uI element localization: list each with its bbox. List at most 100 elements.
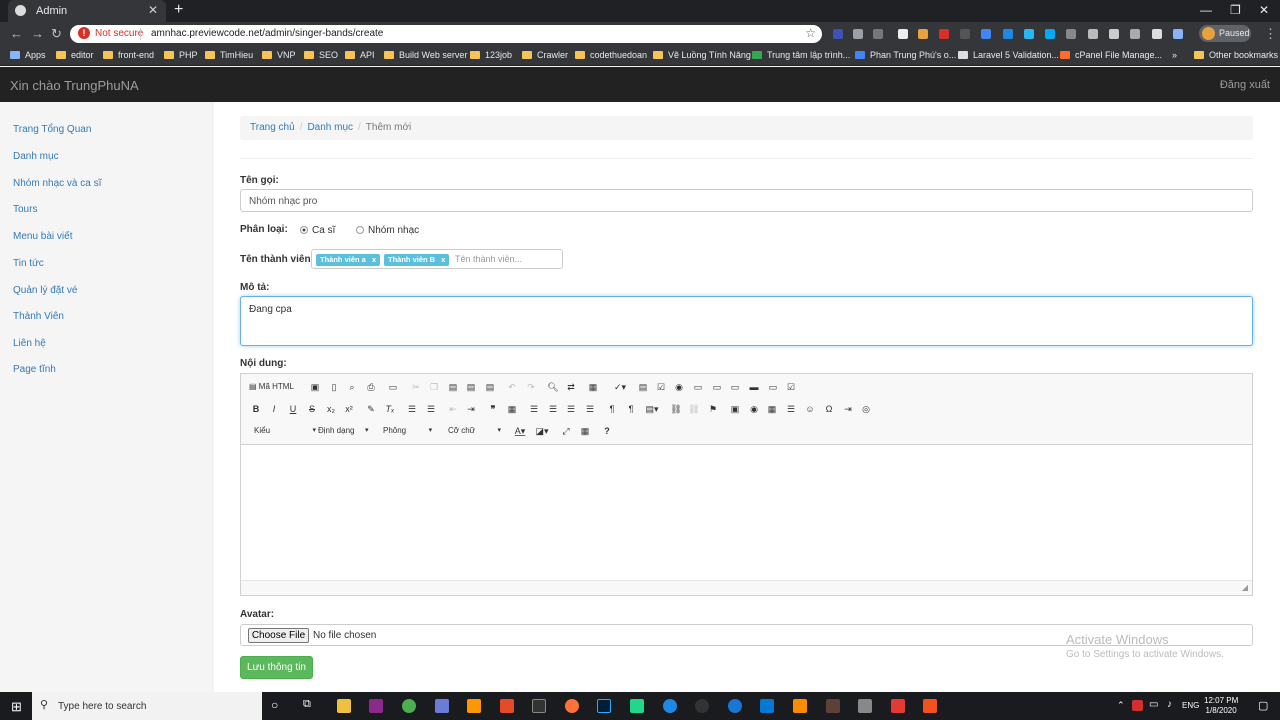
app-icon[interactable] xyxy=(923,699,937,713)
app-icon[interactable] xyxy=(793,699,807,713)
app-icon[interactable] xyxy=(663,699,677,713)
image-button-icon[interactable]: ▭ xyxy=(766,382,780,393)
extension-icon[interactable] xyxy=(981,29,991,39)
sidebar-item-post-menu[interactable]: Menu bài viết xyxy=(13,231,72,242)
app-icon[interactable] xyxy=(435,699,449,713)
remove-format-icon[interactable]: Tₓ xyxy=(383,404,397,414)
breadcrumb-categories[interactable]: Danh mục xyxy=(307,122,353,133)
align-center-icon[interactable]: ☰ xyxy=(546,404,560,415)
extension-icon[interactable] xyxy=(1003,29,1013,39)
vscode-icon[interactable] xyxy=(760,699,774,713)
sidebar-item-tours[interactable]: Tours xyxy=(13,204,37,215)
logout-link[interactable]: Đăng xuất xyxy=(1220,79,1270,91)
members-tag-input[interactable]: Thành viên a x Thành viên B x Tên thành … xyxy=(311,249,563,269)
app-icon[interactable] xyxy=(728,699,742,713)
bookmark-item[interactable]: VNP xyxy=(262,50,296,60)
paste-text-icon[interactable]: ▤ xyxy=(464,382,478,393)
redo-icon[interactable]: ↷ xyxy=(524,382,538,393)
bulleted-list-icon[interactable]: ☰ xyxy=(424,404,438,415)
extension-icon[interactable] xyxy=(833,29,843,39)
other-bookmarks[interactable]: Other bookmarks xyxy=(1194,50,1278,60)
spellcheck-icon[interactable]: ✓▾ xyxy=(611,382,629,393)
save-icon[interactable]: ▣ xyxy=(308,382,322,393)
radio-singer[interactable]: Ca sĩ xyxy=(300,225,335,236)
sidebar-item-bands-singers[interactable]: Nhóm nhạc và ca sĩ xyxy=(13,178,101,189)
numbered-list-icon[interactable]: ☰ xyxy=(405,404,419,415)
remove-tag-icon[interactable]: x xyxy=(372,255,376,264)
radio-band[interactable]: Nhóm nhạc xyxy=(356,225,419,236)
smiley-icon[interactable]: ☺ xyxy=(803,404,817,414)
sublime-icon[interactable] xyxy=(467,699,481,713)
sidebar-item-contact[interactable]: Liên hệ xyxy=(13,338,46,349)
cut-icon[interactable]: ✂ xyxy=(409,382,423,393)
new-tab-icon[interactable]: + xyxy=(174,1,183,19)
tray-app-icon[interactable] xyxy=(1132,700,1143,711)
app-icon[interactable] xyxy=(695,699,709,713)
bookmark-item[interactable]: cPanel File Manage... xyxy=(1060,50,1162,60)
extension-icon[interactable] xyxy=(853,29,863,39)
link-icon[interactable]: ⛓ xyxy=(669,404,683,415)
name-input[interactable]: Nhóm nhạc pro xyxy=(240,189,1253,212)
task-view-icon[interactable]: ⧉ xyxy=(303,698,311,711)
show-blocks-icon[interactable]: ▦ xyxy=(578,426,592,437)
image-icon[interactable]: ▣ xyxy=(728,404,742,415)
iframe-icon[interactable]: ◎ xyxy=(859,404,873,415)
indent-icon[interactable]: ⇥ xyxy=(464,404,478,415)
app-icon[interactable] xyxy=(891,699,905,713)
url-text[interactable]: amnhac.previewcode.net/admin/singer-band… xyxy=(151,28,383,39)
browser-tab[interactable]: Admin ✕ xyxy=(8,0,166,22)
flash-icon[interactable]: ◉ xyxy=(747,404,761,415)
bookmark-item[interactable]: Vẽ Luồng Tính Năng xyxy=(653,50,751,60)
align-left-icon[interactable]: ☰ xyxy=(527,404,541,415)
bookmark-item[interactable]: Trung tâm lập trình... xyxy=(752,50,850,60)
bookmark-item[interactable]: codethuedoan xyxy=(575,50,647,60)
bookmark-item[interactable]: PHP xyxy=(164,50,198,60)
volume-icon[interactable]: ♪ xyxy=(1167,699,1172,710)
bookmark-apps[interactable]: Apps xyxy=(10,50,46,60)
paste-icon[interactable]: ▤ xyxy=(446,382,460,393)
extension-icon[interactable] xyxy=(1173,29,1183,39)
templates-icon[interactable]: ▭ xyxy=(386,382,400,393)
reload-icon[interactable]: ↻ xyxy=(51,26,62,42)
app-icon[interactable] xyxy=(532,699,546,713)
blockquote-icon[interactable]: ❞ xyxy=(486,404,500,415)
textarea-icon[interactable]: ▭ xyxy=(710,382,724,393)
editor-content-area[interactable] xyxy=(241,446,1252,580)
breadcrumb-home[interactable]: Trang chủ xyxy=(250,122,295,133)
align-right-icon[interactable]: ☰ xyxy=(564,404,578,415)
new-page-icon[interactable]: ▯ xyxy=(327,382,341,393)
extension-icon[interactable] xyxy=(873,29,883,39)
back-icon[interactable]: ← xyxy=(10,26,23,41)
sidebar-item-dashboard[interactable]: Trang Tổng Quan xyxy=(13,124,91,135)
file-explorer-icon[interactable] xyxy=(337,699,351,713)
extension-icon[interactable] xyxy=(1088,29,1098,39)
copy-format-icon[interactable]: ✎ xyxy=(364,404,378,415)
page-break-icon[interactable]: ⇥ xyxy=(841,404,855,415)
subscript-icon[interactable]: x₂ xyxy=(324,404,338,414)
extension-icon[interactable] xyxy=(1130,29,1140,39)
justify-icon[interactable]: ☰ xyxy=(583,404,597,415)
extension-icon[interactable] xyxy=(1024,29,1034,39)
bookmark-item[interactable]: front-end xyxy=(103,50,154,60)
chrome-icon[interactable] xyxy=(402,699,416,713)
language-indicator[interactable]: ENG xyxy=(1182,701,1199,710)
italic-icon[interactable]: I xyxy=(267,404,281,414)
bookmark-item[interactable]: editor xyxy=(56,50,94,60)
extension-icon[interactable] xyxy=(939,29,949,39)
replace-icon[interactable]: ⇄ xyxy=(564,382,578,393)
bookmark-item[interactable]: Phan Trung Phú's o... xyxy=(855,50,956,60)
radio-icon[interactable]: ◉ xyxy=(672,382,686,393)
address-bar[interactable]: ! Not secure amnhac.previewcode.net/admi… xyxy=(70,25,822,43)
sidebar-item-bookings[interactable]: Quản lý đặt vé xyxy=(13,285,77,296)
checkbox-icon[interactable]: ☑ xyxy=(654,382,668,393)
cortana-icon[interactable]: ○ xyxy=(271,698,278,712)
sidebar-item-news[interactable]: Tin tức xyxy=(13,258,44,269)
superscript-icon[interactable]: x² xyxy=(342,404,356,414)
ltr-icon[interactable]: ¶ xyxy=(605,404,619,414)
close-tab-icon[interactable]: ✕ xyxy=(148,3,158,17)
app-icon[interactable] xyxy=(500,699,514,713)
minimize-icon[interactable]: — xyxy=(1200,3,1212,17)
unlink-icon[interactable]: ⛓ xyxy=(687,404,701,415)
language-icon[interactable]: ▤▾ xyxy=(643,404,661,415)
photoshop-icon[interactable] xyxy=(597,699,611,713)
